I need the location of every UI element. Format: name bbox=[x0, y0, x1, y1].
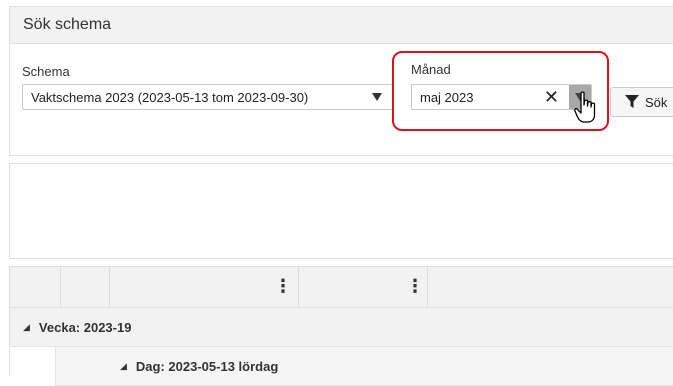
hand-cursor-icon bbox=[574, 91, 596, 123]
expand-triangle-icon[interactable]: ◢ bbox=[23, 322, 30, 333]
schema-select[interactable]: Vaktschema 2023 (2023-05-13 tom 2023-09-… bbox=[22, 84, 393, 110]
funnel-icon bbox=[625, 95, 639, 108]
column-divider bbox=[427, 267, 428, 307]
schema-label: Schema bbox=[22, 64, 70, 79]
group-row-week[interactable]: ◢ Vecka: 2023-19 bbox=[10, 308, 673, 347]
grid-header: ⋮ ⋮ bbox=[10, 267, 673, 308]
schedule-grid: ⋮ ⋮ ◢ Vecka: 2023-19 ◢ Dag: 2023-05-13 l… bbox=[9, 266, 673, 386]
expand-triangle-icon[interactable]: ◢ bbox=[120, 361, 127, 372]
group-row-day[interactable]: ◢ Dag: 2023-05-13 lördag bbox=[55, 347, 673, 386]
results-panel bbox=[9, 163, 673, 259]
column-menu-icon[interactable]: ⋮ bbox=[406, 277, 424, 295]
search-button[interactable]: Sök bbox=[610, 87, 673, 117]
column-divider bbox=[298, 267, 299, 307]
search-button-label: Sök bbox=[645, 94, 668, 110]
chevron-down-icon[interactable] bbox=[372, 93, 382, 101]
column-divider bbox=[109, 267, 110, 307]
panel-title: Sök schema bbox=[10, 7, 673, 44]
group-row-label: Vecka: 2023-19 bbox=[38, 319, 132, 335]
schema-select-value: Vaktschema 2023 (2023-05-13 tom 2023-09-… bbox=[31, 89, 309, 105]
group-row-label: Dag: 2023-05-13 lördag bbox=[135, 358, 279, 374]
column-menu-icon[interactable]: ⋮ bbox=[274, 277, 292, 295]
column-divider bbox=[60, 267, 61, 307]
